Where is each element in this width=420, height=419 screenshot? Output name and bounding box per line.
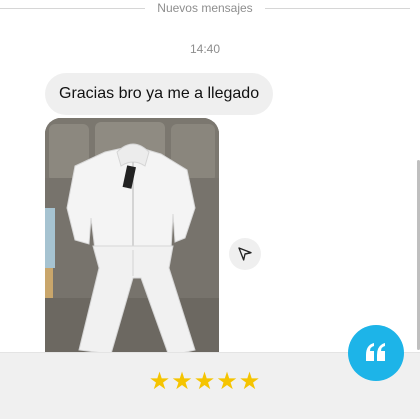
- message-timestamp: 14:40: [189, 42, 221, 56]
- paper-plane-icon: [238, 247, 252, 261]
- message-bubble[interactable]: Gracias bro ya me a llegado: [45, 73, 274, 115]
- share-button[interactable]: [229, 238, 261, 270]
- quote-icon: [366, 343, 385, 361]
- divider-line-right: [265, 8, 410, 9]
- quote-button[interactable]: [348, 325, 404, 381]
- message-photo[interactable]: [45, 118, 219, 358]
- new-messages-divider: Nuevos mensajes: [0, 0, 420, 18]
- divider-line-left: [0, 8, 145, 9]
- star-rating[interactable]: ★★★★★: [0, 366, 410, 396]
- chat-screen: Nuevos mensajes 14:40 Gracias bro ya me …: [0, 0, 420, 419]
- new-messages-label: Nuevos mensajes: [157, 1, 253, 15]
- tracksuit-photo: [45, 118, 219, 358]
